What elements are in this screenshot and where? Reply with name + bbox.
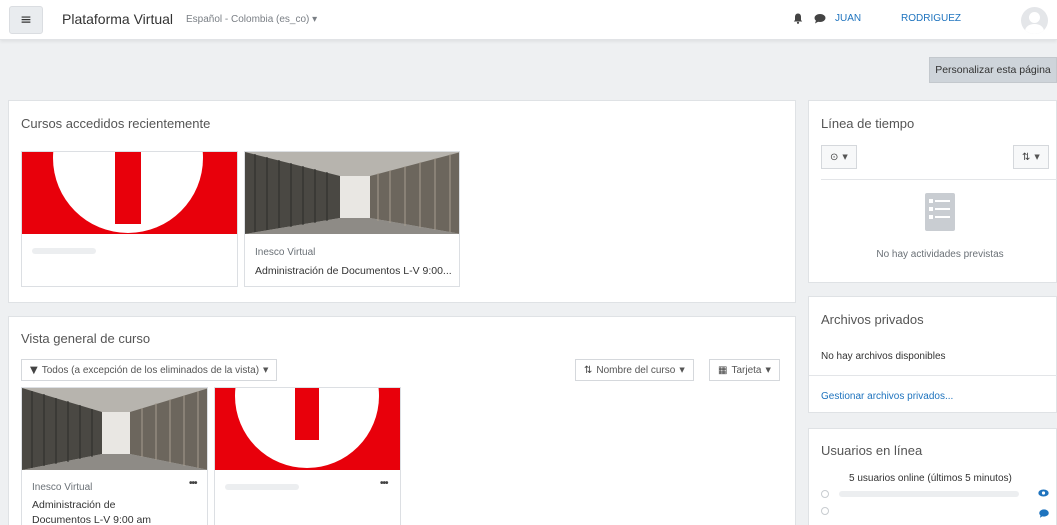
avatar-body-shape bbox=[1025, 24, 1044, 34]
top-navbar: ≡ Plataforma Virtual Español - Colombia … bbox=[0, 0, 1057, 40]
course-menu-icon[interactable]: ••• bbox=[189, 478, 197, 489]
eye-icon[interactable] bbox=[1038, 489, 1049, 500]
overview-course-card-1[interactable]: Inesco Virtual ••• Administración de Doc… bbox=[21, 387, 208, 525]
divider bbox=[821, 179, 1057, 180]
sort-icon: ⇅ bbox=[1022, 151, 1031, 163]
overview-course-card-2[interactable]: ••• bbox=[214, 387, 401, 525]
message-icon[interactable] bbox=[1039, 507, 1049, 521]
hamburger-icon: ≡ bbox=[20, 12, 32, 28]
filter-dropdown[interactable]: ▼ Todos (a excepción de los eliminados d… bbox=[21, 359, 278, 381]
grid-icon: ▦ bbox=[718, 364, 728, 376]
customize-page-button[interactable]: Personalizar esta página bbox=[929, 57, 1057, 83]
course-name[interactable]: Administración de Documentos L-V 9:00... bbox=[255, 264, 452, 278]
manage-private-files-link[interactable]: Gestionar archivos privados... bbox=[821, 391, 953, 402]
menu-toggle-button[interactable]: ≡ bbox=[9, 6, 43, 34]
course-category: Inesco Virtual bbox=[32, 482, 93, 493]
course-menu-icon[interactable]: ••• bbox=[380, 478, 388, 489]
recent-course-card-1[interactable] bbox=[21, 151, 238, 287]
chevron-down-icon: ▼ bbox=[263, 366, 269, 374]
course-overview-title: Vista general de curso bbox=[21, 331, 151, 346]
avatar-head-shape bbox=[1029, 12, 1040, 23]
user-status-indicator bbox=[821, 490, 829, 498]
sort-label: Nombre del curso bbox=[596, 364, 676, 376]
course-name-line1[interactable]: Administración de bbox=[32, 498, 115, 512]
course-image-red-logo[interactable] bbox=[215, 388, 400, 470]
private-files-empty-text: No hay archivos disponibles bbox=[821, 351, 946, 362]
site-brand[interactable]: Plataforma Virtual bbox=[62, 11, 173, 27]
chevron-down-icon: ▼ bbox=[1034, 153, 1040, 161]
course-category-blurred bbox=[32, 248, 96, 254]
course-image-archive[interactable] bbox=[22, 388, 207, 470]
course-overview-card: Vista general de curso ▼ Todos (a excepc… bbox=[8, 316, 796, 525]
clock-icon: ⊙ bbox=[830, 151, 839, 163]
private-files-title: Archivos privados bbox=[821, 312, 924, 327]
course-image-red-logo[interactable] bbox=[22, 152, 237, 234]
course-category-blurred bbox=[225, 484, 299, 490]
empty-list-icon bbox=[925, 193, 955, 234]
course-name-line2[interactable]: Documentos L-V 9:00 am bbox=[32, 513, 151, 525]
chevron-down-icon: ▼ bbox=[679, 366, 685, 374]
timeline-title: Línea de tiempo bbox=[821, 116, 915, 131]
online-users-title: Usuarios en línea bbox=[821, 443, 923, 458]
chat-icon[interactable] bbox=[814, 13, 826, 27]
bell-icon[interactable] bbox=[793, 13, 803, 27]
private-files-card: Archivos privados No hay archivos dispon… bbox=[808, 296, 1057, 413]
chevron-down-icon: ▼ bbox=[842, 153, 848, 161]
online-user-blurred bbox=[839, 491, 1019, 497]
user-first-name[interactable]: JUAN bbox=[835, 13, 861, 24]
sort-dropdown[interactable]: ⇅ Nombre del curso ▼ bbox=[575, 359, 694, 381]
recent-course-card-2[interactable]: Inesco Virtual Administración de Documen… bbox=[244, 151, 460, 287]
recent-courses-card: Cursos accedidos recientemente Inesco Vi… bbox=[8, 100, 796, 303]
avatar[interactable] bbox=[1021, 7, 1048, 34]
language-selector[interactable]: Español - Colombia (es_co) ▾ bbox=[186, 14, 317, 25]
course-category: Inesco Virtual bbox=[255, 247, 316, 258]
timeline-card: Línea de tiempo ⊙ ▼ ⇅ ▼ No hay actividad… bbox=[808, 100, 1057, 283]
filter-label: Todos (a excepción de los eliminados de … bbox=[41, 364, 260, 376]
recent-courses-title: Cursos accedidos recientemente bbox=[21, 116, 211, 131]
timeline-empty-text: No hay actividades previstas bbox=[876, 249, 1004, 260]
user-status-indicator bbox=[821, 507, 829, 515]
user-last-name[interactable]: RODRIGUEZ bbox=[901, 13, 961, 24]
online-users-card: Usuarios en línea 5 usuarios online (últ… bbox=[808, 428, 1057, 525]
view-dropdown[interactable]: ▦ Tarjeta ▼ bbox=[709, 359, 780, 381]
filter-icon: ▼ bbox=[30, 364, 38, 376]
chevron-down-icon: ▼ bbox=[765, 366, 771, 374]
timeline-sort-dropdown[interactable]: ⇅ ▼ bbox=[1013, 145, 1049, 169]
online-users-summary: 5 usuarios online (últimos 5 minutos) bbox=[849, 473, 1012, 484]
divider bbox=[809, 375, 1057, 376]
view-label: Tarjeta bbox=[731, 364, 762, 376]
course-image-archive[interactable] bbox=[245, 152, 459, 234]
timeline-filter-dropdown[interactable]: ⊙ ▼ bbox=[821, 145, 857, 169]
sort-icon: ⇅ bbox=[584, 364, 593, 376]
